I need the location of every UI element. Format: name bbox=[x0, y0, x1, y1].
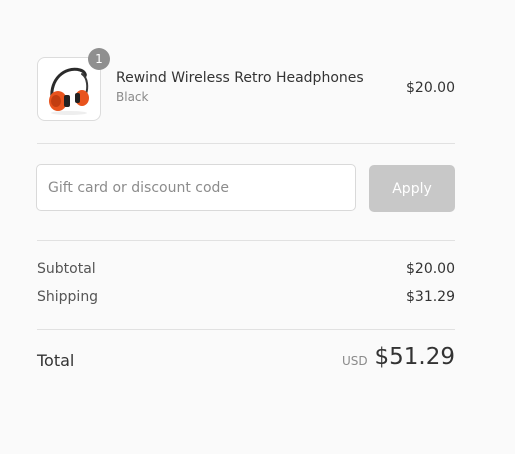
subtotal-label: Subtotal bbox=[37, 261, 96, 277]
cart-line-item: 1 Rewind Wireless Retro Headphones Black… bbox=[37, 48, 455, 121]
shipping-value: $31.29 bbox=[406, 289, 455, 305]
shipping-label: Shipping bbox=[37, 289, 99, 305]
order-summary: 1 Rewind Wireless Retro Headphones Black… bbox=[0, 0, 515, 454]
product-variant: Black bbox=[116, 90, 149, 104]
discount-code-input[interactable] bbox=[36, 164, 356, 211]
apply-discount-button[interactable]: Apply bbox=[369, 165, 455, 212]
total-amount: $51.29 bbox=[374, 344, 455, 370]
subtotal-value: $20.00 bbox=[406, 261, 455, 277]
headphones-image bbox=[49, 67, 89, 115]
quantity-badge: 1 bbox=[88, 48, 110, 70]
product-price: $20.00 bbox=[406, 80, 455, 96]
divider bbox=[37, 240, 455, 241]
product-name: Rewind Wireless Retro Headphones bbox=[116, 70, 364, 86]
divider bbox=[37, 329, 455, 330]
divider bbox=[37, 143, 455, 144]
currency-code: USD bbox=[342, 354, 368, 368]
product-thumbnail: 1 bbox=[37, 48, 110, 121]
total-label: Total bbox=[37, 351, 75, 370]
